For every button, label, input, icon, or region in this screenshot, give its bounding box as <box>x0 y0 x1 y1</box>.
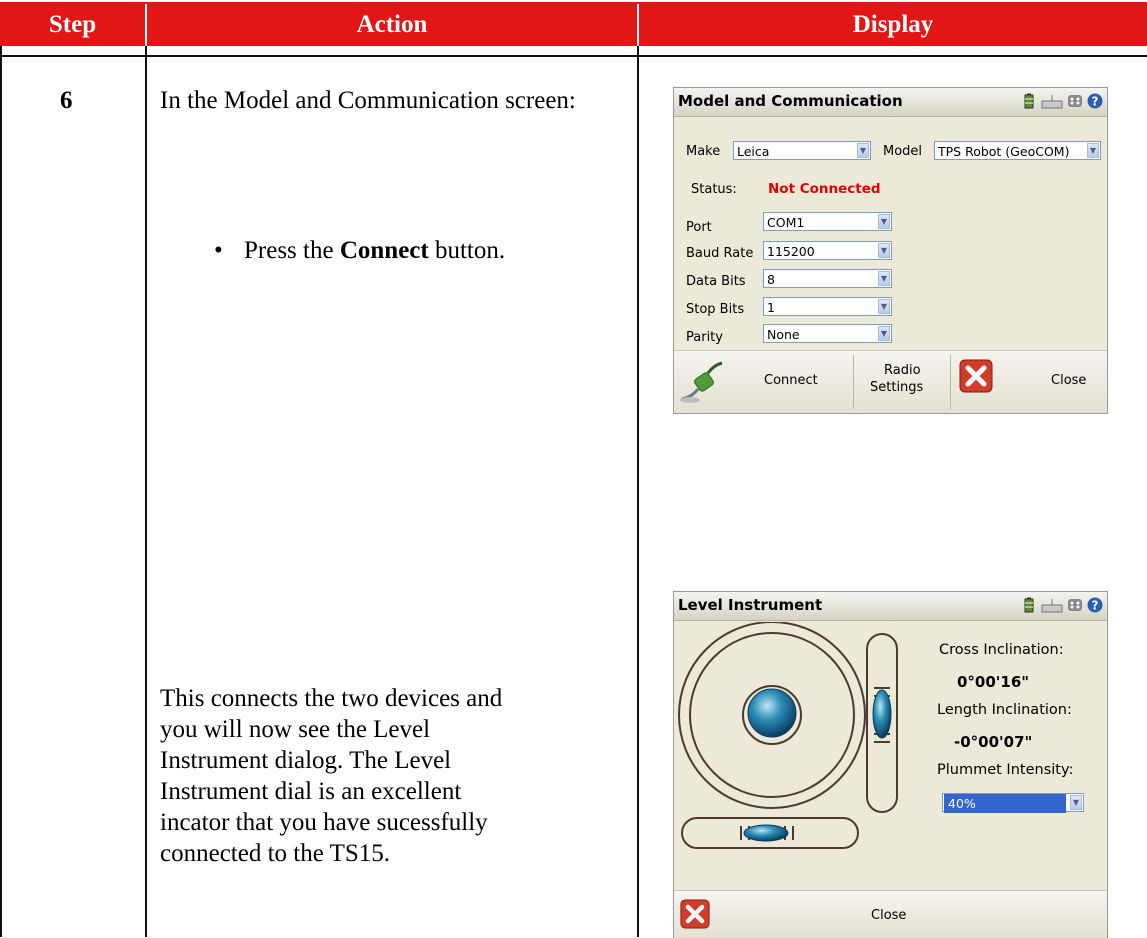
level-instrument-dialog: Level Instrument ? Cross Inclination: 0°… <box>673 591 1108 938</box>
bullet-suffix: button. <box>428 237 506 264</box>
bullet-connect-bold: Connect <box>339 237 429 264</box>
settings-label: Settings <box>870 380 924 395</box>
settings-icon[interactable] <box>1067 597 1083 613</box>
explanation-line-6: connected to the TS15. <box>160 840 391 867</box>
close-x-icon <box>680 899 710 929</box>
chevron-down-icon[interactable]: ▼ <box>878 299 890 314</box>
connect-label: Connect <box>764 373 818 388</box>
parity-label: Parity <box>686 330 723 345</box>
radio-label: Radio <box>884 363 921 378</box>
explanation-line-1: This connects the two devices and <box>160 685 503 712</box>
length-inclination-value: -0°00'07" <box>954 733 1033 751</box>
port-select[interactable]: COM1 ▼ <box>763 212 892 231</box>
length-inclination-label: Length Inclination: <box>937 702 1072 718</box>
help-icon[interactable]: ? <box>1087 93 1103 109</box>
battery-icon <box>1024 597 1034 613</box>
chevron-down-icon[interactable]: ▼ <box>857 143 869 158</box>
battery-icon <box>1024 93 1034 109</box>
level-dial <box>678 622 898 849</box>
cross-inclination-label: Cross Inclination: <box>939 642 1064 658</box>
data-bits-label: Data Bits <box>686 274 746 289</box>
level-dialog-button-bar: Close <box>674 890 1107 938</box>
bullet-icon: • <box>214 237 223 264</box>
data-bits-value: 8 <box>767 272 775 287</box>
explanation-line-5: incator that you have sucessfully <box>160 809 488 836</box>
column-divider-1 <box>145 46 147 937</box>
keyboard-icon[interactable] <box>1041 93 1063 109</box>
instruction-text: In the Model and Communication screen: <box>160 87 576 114</box>
chevron-down-icon[interactable]: ▼ <box>1070 795 1082 810</box>
parity-value: None <box>767 327 800 342</box>
connect-plug-icon <box>680 361 723 403</box>
vertical-bubble-icon <box>872 689 892 739</box>
port-value: COM1 <box>767 215 805 230</box>
step-number: 6 <box>60 87 73 114</box>
close-label: Close <box>1051 373 1087 388</box>
model-dialog-title: Model and Communication <box>678 92 903 110</box>
make-value: Leica <box>737 144 770 159</box>
row-top-border <box>0 55 1147 57</box>
data-bits-select[interactable]: 8 ▼ <box>763 269 892 288</box>
horizontal-bubble-icon <box>743 824 789 842</box>
bullet-prefix: Press the <box>244 237 340 264</box>
close-x-icon <box>959 359 993 393</box>
model-dialog-button-bar: Connect Radio Settings Close <box>674 350 1107 413</box>
model-value: TPS Robot (GeoCOM) <box>938 144 1070 159</box>
baud-rate-value: 115200 <box>767 244 815 259</box>
connect-button[interactable]: Connect <box>674 351 852 413</box>
keyboard-icon[interactable] <box>1041 597 1063 613</box>
svg-text:?: ? <box>1092 95 1099 109</box>
status-value: Not Connected <box>768 181 881 197</box>
left-border <box>0 46 2 937</box>
settings-icon[interactable] <box>1067 93 1083 109</box>
model-dialog-titlebar: Model and Communication ? <box>674 88 1107 117</box>
level-close-label: Close <box>871 908 907 923</box>
stop-bits-label: Stop Bits <box>686 302 745 317</box>
bullet-item: • Press the Connect button. <box>214 235 506 266</box>
chevron-down-icon[interactable]: ▼ <box>1087 143 1099 158</box>
explanation-line-3: Instrument dialog. The Level <box>160 747 452 774</box>
column-divider-2 <box>637 46 639 937</box>
plummet-intensity-label: Plummet Intensity: <box>937 762 1074 778</box>
model-communication-dialog: Model and Communication ? Make Leica ▼ Mo… <box>673 87 1108 414</box>
header-action: Action <box>147 4 637 46</box>
plummet-intensity-value: 40% <box>944 794 1066 813</box>
chevron-down-icon[interactable]: ▼ <box>878 271 890 286</box>
model-select[interactable]: TPS Robot (GeoCOM) ▼ <box>934 141 1101 160</box>
port-label: Port <box>686 220 712 235</box>
stop-bits-value: 1 <box>767 300 775 315</box>
cross-inclination-value: 0°00'16" <box>957 673 1030 691</box>
chevron-down-icon[interactable]: ▼ <box>878 326 890 341</box>
level-dialog-title: Level Instrument <box>678 596 823 614</box>
parity-select[interactable]: None ▼ <box>763 324 892 343</box>
svg-text:?: ? <box>1092 599 1099 613</box>
status-label: Status: <box>691 182 737 197</box>
close-button[interactable]: Close <box>951 351 1107 413</box>
baud-rate-select[interactable]: 115200 ▼ <box>763 241 892 260</box>
explanation-line-4: Instrument dial is an excellent <box>160 778 462 805</box>
stop-bits-select[interactable]: 1 ▼ <box>763 297 892 316</box>
model-label: Model <box>883 144 923 159</box>
level-dialog-titlebar: Level Instrument ? <box>674 592 1107 621</box>
radio-settings-button[interactable]: Radio Settings <box>854 351 949 413</box>
explanation-line-2: you will now see the Level <box>160 716 431 743</box>
level-close-button[interactable]: Close <box>674 891 1107 938</box>
plummet-intensity-select[interactable]: 40% ▼ <box>942 793 1084 813</box>
header-display: Display <box>639 4 1147 46</box>
baud-rate-label: Baud Rate <box>686 246 754 261</box>
header-step: Step <box>0 4 145 46</box>
circular-bubble-icon <box>747 688 797 738</box>
chevron-down-icon[interactable]: ▼ <box>878 243 890 258</box>
make-select[interactable]: Leica ▼ <box>733 141 871 160</box>
help-icon[interactable]: ? <box>1087 597 1103 613</box>
make-label: Make <box>686 144 721 159</box>
chevron-down-icon[interactable]: ▼ <box>878 214 890 229</box>
